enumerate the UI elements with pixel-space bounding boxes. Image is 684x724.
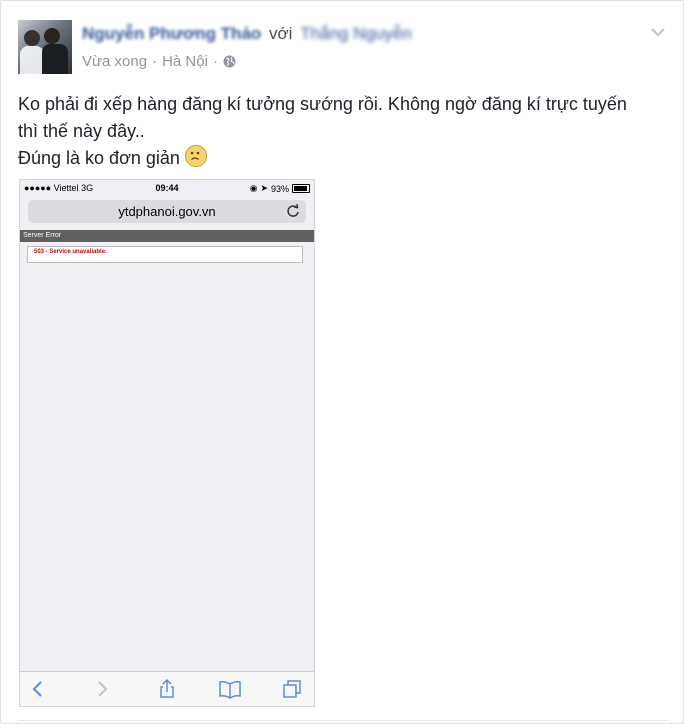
post-card: Nguyễn Phương Thảo với Thắng Nguyễn Vừa …	[0, 0, 684, 724]
meta-separator: ·	[152, 53, 158, 70]
attached-photo[interactable]: ●●●●● Viettel 3G 09:44 ◉ ➤ 93% ytdphanoi…	[19, 179, 315, 707]
post-header: Nguyễn Phương Thảo với Thắng Nguyễn Vừa …	[18, 20, 671, 74]
tabs-icon[interactable]	[282, 679, 302, 699]
post-location[interactable]: Hà Nội	[162, 53, 208, 70]
error-message: 503 - Service unavailable.	[34, 249, 107, 255]
reload-icon[interactable]	[286, 203, 300, 218]
battery-icon	[292, 184, 310, 193]
post-message: Ko phải đi xếp hàng đăng kí tưởng sướng …	[18, 91, 668, 172]
server-error-header: Server Error	[20, 230, 314, 242]
error-box: 503 - Service unavailable.	[27, 246, 303, 263]
post-title-line: Nguyễn Phương Thảo với Thắng Nguyễn	[82, 24, 412, 44]
browser-toolbar	[20, 671, 314, 706]
phone-status-bar: ●●●●● Viettel 3G 09:44 ◉ ➤ 93%	[20, 180, 314, 196]
post-time[interactable]: Vừa xong	[82, 53, 147, 70]
post-meta: Vừa xong · Hà Nội ·	[82, 53, 236, 70]
post-text-line: Đúng là ko đơn giản	[18, 148, 180, 168]
share-icon[interactable]	[157, 678, 177, 699]
url-text: ytdphanoi.gov.vn	[118, 204, 216, 219]
back-icon[interactable]	[28, 679, 48, 699]
post-divider	[18, 720, 666, 721]
chevron-down-icon[interactable]	[651, 24, 665, 37]
bookmarks-icon[interactable]	[219, 679, 241, 699]
url-bar[interactable]: ytdphanoi.gov.vn	[28, 200, 306, 223]
author-avatar[interactable]	[18, 20, 72, 74]
tagged-friend[interactable]: Thắng Nguyễn	[300, 24, 412, 43]
status-battery: 93%	[270, 183, 289, 194]
forward-icon[interactable]	[92, 679, 112, 699]
lock-rotation-icon: ◉	[249, 183, 258, 193]
location-arrow-icon: ➤	[260, 183, 268, 193]
frown-emoji-icon	[184, 145, 207, 167]
status-right-group: ◉ ➤ 93%	[250, 183, 310, 194]
with-text: với	[269, 24, 293, 43]
meta-separator: ·	[212, 53, 218, 70]
post-text-line-with-emoji: Đúng là ko đơn giản	[18, 145, 668, 172]
globe-icon[interactable]	[223, 55, 236, 68]
post-text-line: Ko phải đi xếp hàng đăng kí tưởng sướng …	[18, 94, 627, 114]
post-text-line: thì thế này đây..	[18, 121, 145, 141]
author-name[interactable]: Nguyễn Phương Thảo	[82, 24, 261, 43]
